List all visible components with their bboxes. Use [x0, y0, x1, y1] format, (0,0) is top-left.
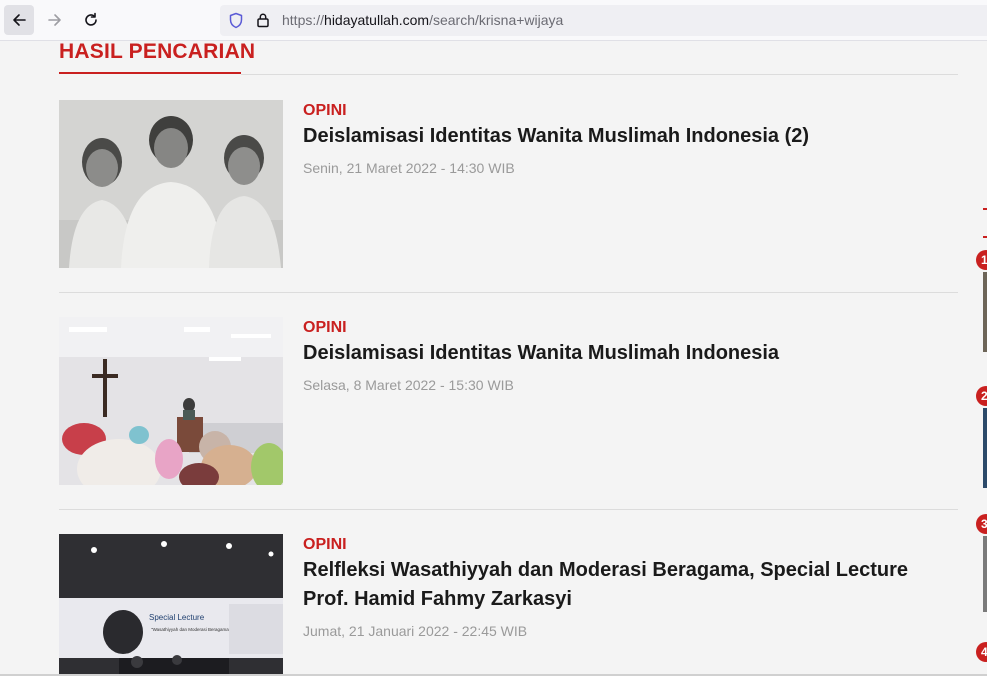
banner-subtitle: "Wasathiyyah dan Moderasi Beragama" — [151, 627, 231, 632]
article-headline[interactable]: Deislamisasi Identitas Wanita Muslimah I… — [303, 122, 953, 151]
article-date: Jumat, 21 Januari 2022 - 22:45 WIB — [303, 623, 528, 639]
shield-icon[interactable] — [228, 12, 244, 29]
reload-button[interactable] — [76, 5, 106, 35]
sidebar-thumbnail[interactable] — [983, 536, 987, 612]
sidebar-heading-line — [983, 208, 987, 210]
url-path: /search/krisna+wijaya — [429, 12, 564, 28]
article-item: OPINI Deislamisasi Identitas Wanita Musl… — [59, 317, 958, 485]
sidebar-thumbnail[interactable] — [983, 408, 987, 488]
sidebar-rank-badge: 2 — [976, 386, 987, 406]
reload-icon — [85, 12, 97, 26]
article-headline[interactable]: Relfleksi Wasathiyyah dan Moderasi Berag… — [303, 556, 953, 614]
article-divider — [59, 509, 958, 510]
article-item: Special Lecture "Wasathiyyah dan Moderas… — [59, 534, 958, 676]
photo-lecture-hall — [59, 317, 283, 485]
arrow-left-icon — [13, 14, 26, 26]
article-meta: OPINI Deislamisasi Identitas Wanita Musl… — [303, 100, 953, 176]
article-thumbnail[interactable] — [59, 100, 283, 268]
browser-toolbar: https://hidayatullah.com/search/krisna+w… — [0, 0, 987, 41]
article-date: Senin, 21 Maret 2022 - 14:30 WIB — [303, 160, 515, 176]
sidebar-thumbnail[interactable] — [983, 272, 987, 352]
article-category[interactable]: OPINI — [303, 317, 953, 339]
sidebar-rank-badge: 4 — [976, 642, 987, 662]
article-meta: OPINI Relfleksi Wasathiyyah dan Moderasi… — [303, 534, 953, 639]
lock-icon[interactable] — [256, 12, 270, 28]
article-meta: OPINI Deislamisasi Identitas Wanita Musl… — [303, 317, 953, 393]
sidebar-heading-line — [983, 236, 987, 238]
sidebar-rank-badge: 1 — [976, 250, 987, 270]
back-button[interactable] — [4, 5, 34, 35]
photo-three-women — [59, 100, 283, 268]
title-underline — [59, 72, 241, 74]
url-prefix: https:// — [282, 12, 325, 28]
article-date: Selasa, 8 Maret 2022 - 15:30 WIB — [303, 377, 514, 393]
article-thumbnail[interactable]: Special Lecture "Wasathiyyah dan Moderas… — [59, 534, 283, 676]
photo-special-lecture: Special Lecture "Wasathiyyah dan Moderas… — [59, 534, 283, 676]
article-category[interactable]: OPINI — [303, 534, 953, 556]
forward-button[interactable] — [40, 5, 70, 35]
title-divider — [241, 74, 958, 75]
article-thumbnail[interactable] — [59, 317, 283, 485]
arrow-right-icon — [48, 14, 61, 26]
url-domain: hidayatullah.com — [324, 12, 430, 28]
sidebar-rank-badge: 3 — [976, 514, 987, 534]
url-text[interactable]: https://hidayatullah.com/search/krisna+w… — [282, 12, 563, 28]
article-item: OPINI Deislamisasi Identitas Wanita Musl… — [59, 100, 958, 268]
address-bar[interactable]: https://hidayatullah.com/search/krisna+w… — [220, 5, 987, 36]
section-title: HASIL PENCARIAN — [59, 40, 256, 63]
article-divider — [59, 292, 958, 293]
article-headline[interactable]: Deislamisasi Identitas Wanita Muslimah I… — [303, 339, 953, 368]
banner-title: Special Lecture — [149, 613, 205, 622]
article-category[interactable]: OPINI — [303, 100, 953, 122]
